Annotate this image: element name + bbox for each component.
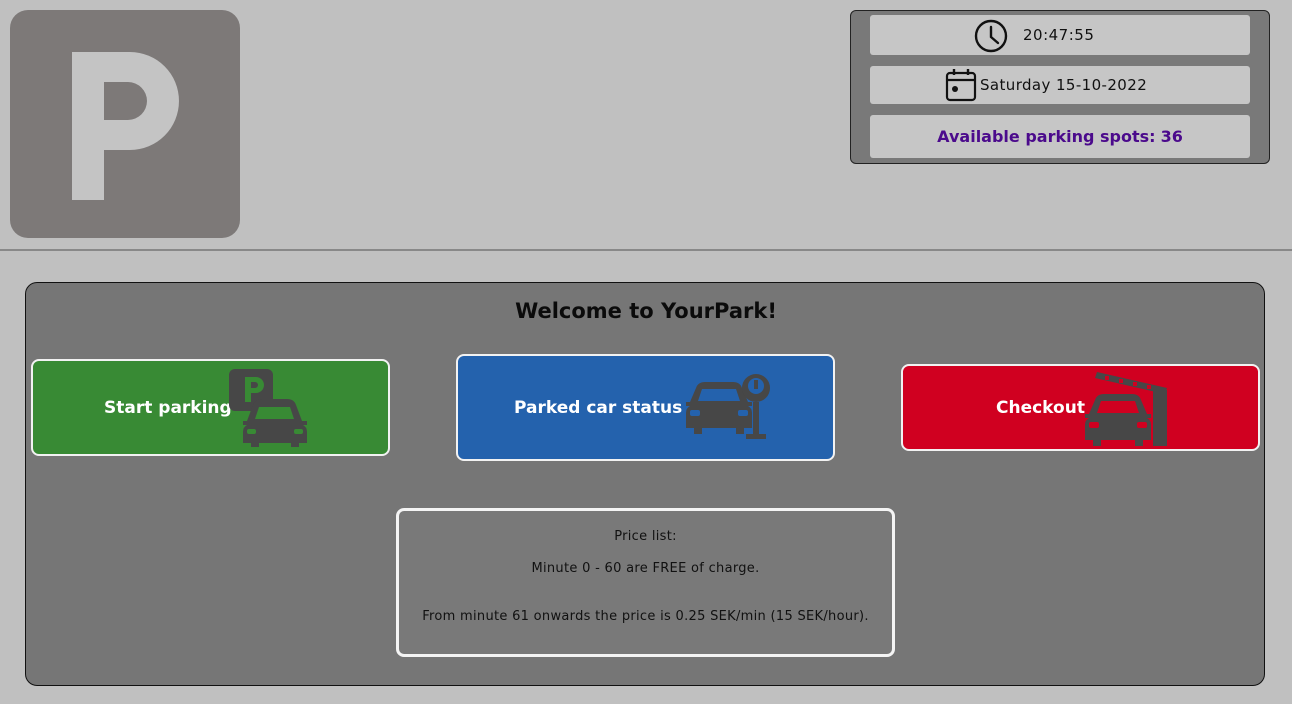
checkout-label: Checkout	[996, 397, 1085, 418]
available-spots: Available parking spots: 36	[870, 115, 1250, 158]
welcome-title: Welcome to YourPark!	[515, 299, 777, 323]
car-meter-icon	[686, 374, 770, 439]
info-panel: 20:47:55 Saturday 15-10-2022 Available p…	[850, 10, 1270, 164]
parking-p-icon	[72, 52, 179, 200]
time-display: 20:47:55	[870, 15, 1250, 55]
header-divider	[0, 249, 1292, 251]
price-list: Price list: Minute 0 - 60 are FREE of ch…	[396, 508, 895, 657]
price-list-title: Price list:	[614, 529, 677, 544]
start-parking-label: Start parking	[104, 397, 232, 418]
clock-icon	[974, 19, 1008, 53]
calendar-icon	[945, 69, 977, 102]
price-list-rate-line: From minute 61 onwards the price is 0.25…	[422, 609, 869, 624]
main-panel: Welcome to YourPark! Start parking Parke…	[25, 282, 1265, 686]
spots-label: Available parking spots:	[937, 127, 1156, 146]
parked-car-status-button[interactable]: Parked car status	[456, 354, 835, 461]
parking-car-icon	[229, 369, 307, 447]
date-value: Saturday 15-10-2022	[980, 76, 1148, 94]
price-list-free-line: Minute 0 - 60 are FREE of charge.	[531, 561, 760, 576]
time-value: 20:47:55	[1023, 26, 1095, 44]
car-barrier-icon	[1085, 372, 1167, 446]
checkout-button[interactable]: Checkout	[901, 364, 1260, 451]
parked-car-status-label: Parked car status	[514, 397, 683, 418]
spots-count: 36	[1160, 127, 1183, 146]
date-display: Saturday 15-10-2022	[870, 66, 1250, 104]
parking-logo	[10, 10, 240, 238]
start-parking-button[interactable]: Start parking	[31, 359, 390, 456]
